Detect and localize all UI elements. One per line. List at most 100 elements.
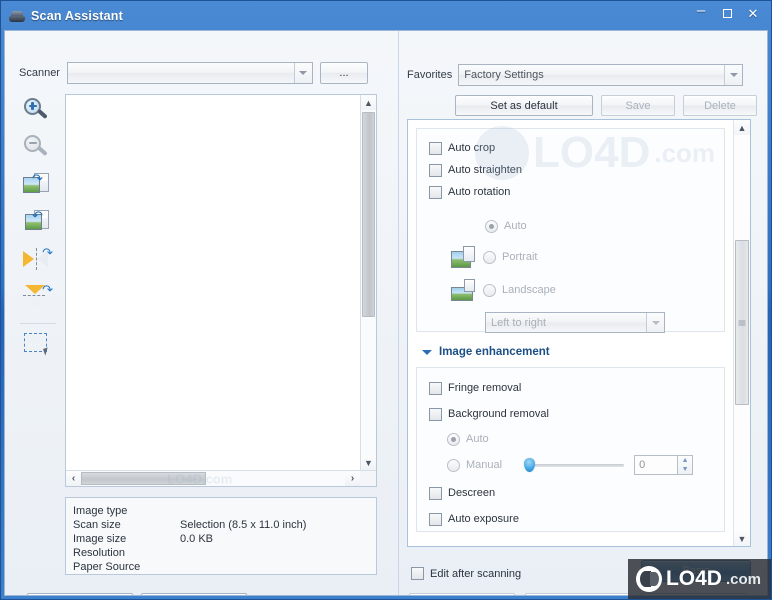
scan-button[interactable]: Scan xyxy=(525,593,631,595)
background-auto-radio[interactable] xyxy=(447,432,460,446)
scroll-thumb-grip-icon xyxy=(738,320,746,325)
delete-button[interactable]: Delete xyxy=(683,95,757,116)
image-enhancement-group: Fringe removal Background removal Auto M… xyxy=(416,367,725,532)
auto-straighten-row[interactable]: Auto straighten xyxy=(429,159,724,181)
right-bottom-buttons: Preview Scan Close xyxy=(409,593,747,595)
favorites-select[interactable]: Factory Settings xyxy=(458,64,744,86)
maximize-button[interactable] xyxy=(715,3,739,23)
auto-exposure-row[interactable]: Auto exposure xyxy=(429,508,724,530)
preview-horizontal-scrollbar[interactable]: ‹ LO4D.com › xyxy=(66,470,376,486)
zoom-in-icon[interactable] xyxy=(20,95,56,127)
rotation-landscape-radio[interactable] xyxy=(483,283,496,297)
flip-horizontal-icon[interactable]: ↷ xyxy=(20,243,56,275)
auto-crop-checkbox[interactable] xyxy=(429,141,442,155)
select-area-icon[interactable] xyxy=(20,323,56,361)
window-title: Scan Assistant xyxy=(31,8,123,23)
preview-vscroll-track[interactable] xyxy=(361,110,376,455)
chevron-down-icon[interactable] xyxy=(724,65,743,85)
settings-panel: Auto crop Auto straighten Auto rotation xyxy=(407,119,751,547)
window-controls: – ✕ xyxy=(689,3,765,23)
favorites-value: Factory Settings xyxy=(464,69,544,81)
scroll-up-icon[interactable]: ▲ xyxy=(734,120,750,135)
background-removal-checkbox[interactable] xyxy=(429,407,442,421)
background-level-value[interactable]: 0 xyxy=(634,455,679,475)
background-level-slider[interactable] xyxy=(524,458,625,472)
settings-vertical-scrollbar[interactable]: ▲ ▼ xyxy=(733,120,750,546)
landscape-icon xyxy=(451,279,475,301)
auto-crop-row[interactable]: Auto crop xyxy=(429,137,724,159)
rotate-left-icon[interactable]: ↶ xyxy=(20,206,56,238)
preview-hscroll-track[interactable]: LO4D.com xyxy=(81,471,345,486)
background-auto-row[interactable]: Auto xyxy=(447,427,724,451)
background-removal-label: Background removal xyxy=(448,408,549,420)
settings-scroll-content: Auto crop Auto straighten Auto rotation xyxy=(408,120,733,546)
rotation-portrait-label: Portrait xyxy=(502,251,538,263)
rotation-landscape-label: Landscape xyxy=(502,284,556,296)
title-bar: Scan Assistant – ✕ xyxy=(1,1,771,30)
spinner-down-icon[interactable]: ▼ xyxy=(678,465,692,474)
spinner-up-icon[interactable]: ▲ xyxy=(678,456,692,465)
scanner-select[interactable] xyxy=(66,62,313,84)
rotation-direction-select[interactable]: Left to right xyxy=(485,312,665,333)
rotate-right-icon[interactable]: ↷ xyxy=(20,169,56,201)
descreen-row[interactable]: Descreen xyxy=(429,482,724,504)
auto-rotation-checkbox[interactable] xyxy=(429,185,442,199)
help-button[interactable]: Help xyxy=(141,593,247,595)
fringe-removal-row[interactable]: Fringe removal xyxy=(429,377,724,399)
scroll-right-icon[interactable]: › xyxy=(345,471,360,486)
close-dialog-button[interactable]: Close xyxy=(641,593,747,595)
close-button[interactable]: ✕ xyxy=(741,3,765,23)
preview-button[interactable]: Preview xyxy=(409,593,515,595)
flip-vertical-icon[interactable]: ↷ xyxy=(20,280,56,312)
scroll-down-icon[interactable]: ▼ xyxy=(734,531,750,546)
rotation-portrait-row[interactable]: Portrait xyxy=(451,245,724,269)
settings-vscroll-track[interactable] xyxy=(734,135,750,531)
background-level-spinner[interactable]: 0 ▲ ▼ xyxy=(634,455,694,475)
auto-straighten-label: Auto straighten xyxy=(448,164,522,176)
scroll-up-icon[interactable]: ▲ xyxy=(361,95,376,110)
scanner-row: Scanner ... xyxy=(19,62,368,84)
right-pane: Favorites Factory Settings Set as defaul… xyxy=(399,31,767,595)
chevron-down-icon[interactable] xyxy=(646,313,664,332)
set-as-default-button[interactable]: Set as default xyxy=(455,95,593,116)
favorites-label: Favorites xyxy=(407,69,453,81)
image-enhancement-header[interactable]: Image enhancement xyxy=(416,341,725,363)
scanner-browse-button[interactable]: ... xyxy=(319,62,368,84)
left-bottom-buttons: About Help xyxy=(27,593,247,595)
minimize-button[interactable]: – xyxy=(689,3,713,23)
save-button[interactable]: Save xyxy=(601,95,675,116)
scan-assistant-window: Scan Assistant – ✕ Scanner ... ↷ ↶ ↷ ↷ ▲… xyxy=(0,0,772,600)
preview-area[interactable]: ▲ ▼ ‹ LO4D.com › xyxy=(65,94,377,487)
preview-canvas[interactable] xyxy=(66,95,360,470)
rotation-landscape-row[interactable]: Landscape xyxy=(451,278,724,302)
edit-after-scanning-checkbox[interactable] xyxy=(411,567,424,580)
basic-button[interactable]: Basic xyxy=(641,560,751,582)
scroll-left-icon[interactable]: ‹ xyxy=(66,471,81,486)
background-manual-row[interactable]: Manual 0 ▲ ▼ xyxy=(447,453,724,477)
chevron-down-icon[interactable] xyxy=(293,63,312,83)
collapse-triangle-icon[interactable] xyxy=(422,349,432,355)
preview-vertical-scrollbar[interactable]: ▲ ▼ xyxy=(360,95,376,470)
rotation-auto-row[interactable]: Auto xyxy=(485,214,724,238)
auto-exposure-checkbox[interactable] xyxy=(429,512,442,526)
info-row: Resolution xyxy=(73,546,376,560)
rotation-auto-radio[interactable] xyxy=(485,219,498,233)
edit-after-scanning-row[interactable]: Edit after scanning xyxy=(411,567,521,580)
auto-straighten-checkbox[interactable] xyxy=(429,163,442,177)
client-area: Scanner ... ↷ ↶ ↷ ↷ ▲ ▼ ‹ LO4D.com › Ima… xyxy=(4,30,768,596)
scroll-down-icon[interactable]: ▼ xyxy=(361,455,376,470)
descreen-label: Descreen xyxy=(448,487,496,499)
auto-rotation-row[interactable]: Auto rotation xyxy=(429,181,724,203)
preview-vscroll-thumb[interactable] xyxy=(362,112,375,317)
slider-handle[interactable] xyxy=(524,458,536,472)
zoom-out-icon[interactable] xyxy=(20,132,56,164)
rotation-portrait-radio[interactable] xyxy=(483,250,496,264)
background-removal-row[interactable]: Background removal xyxy=(429,403,724,425)
image-toolbar: ↷ ↶ ↷ ↷ xyxy=(17,95,59,361)
info-row: Paper Source xyxy=(73,560,376,574)
fringe-removal-checkbox[interactable] xyxy=(429,381,442,395)
settings-vscroll-thumb[interactable] xyxy=(735,240,749,405)
descreen-checkbox[interactable] xyxy=(429,486,442,500)
background-manual-radio[interactable] xyxy=(447,458,460,472)
about-button[interactable]: About xyxy=(27,593,133,595)
